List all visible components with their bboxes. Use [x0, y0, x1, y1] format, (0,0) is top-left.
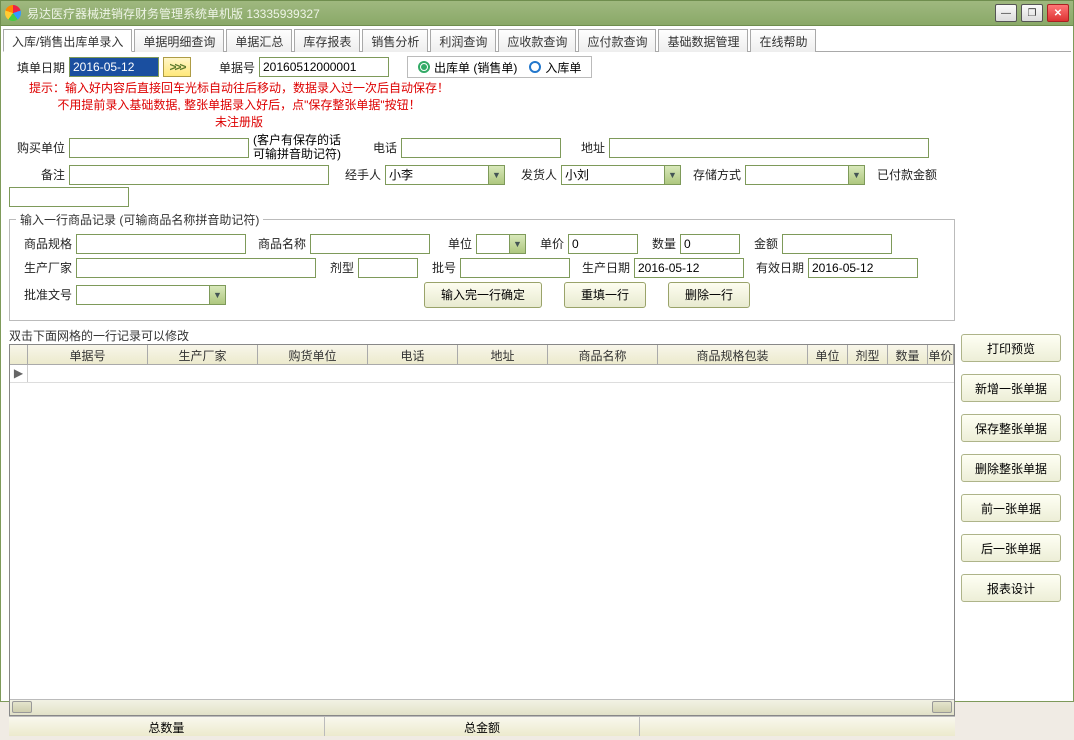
- row-indicator-icon: ▶: [10, 365, 28, 382]
- price-input[interactable]: [568, 234, 638, 254]
- tab-sales-analysis[interactable]: 销售分析: [362, 29, 428, 52]
- tab-summary[interactable]: 单据汇总: [226, 29, 292, 52]
- form-label: 剂型: [320, 259, 354, 276]
- table-row[interactable]: ▶: [10, 365, 954, 383]
- form-input[interactable]: [358, 258, 418, 278]
- remark-label: 备注: [9, 166, 65, 183]
- report-design-button[interactable]: 报表设计: [961, 574, 1061, 602]
- amount-input[interactable]: [782, 234, 892, 254]
- handler-label: 经手人: [333, 166, 381, 183]
- main-tabs: 入库/销售出库单录入 单据明细查询 单据汇总 库存报表 销售分析 利润查询 应收…: [3, 28, 1071, 52]
- paid-input[interactable]: [9, 187, 129, 207]
- close-button[interactable]: ✕: [1047, 4, 1069, 22]
- side-panel: 打印预览 新增一张单据 保存整张单据 删除整张单据 前一张单据 后一张单据 报表…: [955, 56, 1065, 736]
- app-logo-icon: [5, 5, 21, 21]
- name-input[interactable]: [310, 234, 430, 254]
- radio-outbound[interactable]: 出库单 (销售单): [418, 59, 517, 76]
- proddate-input[interactable]: [634, 258, 744, 278]
- bill-no-input[interactable]: [259, 57, 389, 77]
- addr-label: 地址: [565, 139, 605, 156]
- tab-basedata[interactable]: 基础数据管理: [658, 29, 748, 52]
- storage-label: 存储方式: [685, 166, 741, 183]
- chevron-down-icon[interactable]: ▼: [664, 166, 680, 184]
- qty-label: 数量: [642, 235, 676, 252]
- addr-input[interactable]: [609, 138, 929, 158]
- spec-input[interactable]: [76, 234, 246, 254]
- shipper-label: 发货人: [509, 166, 557, 183]
- bill-no-label: 单据号: [205, 59, 255, 76]
- window-title: 易达医疗器械进销存财务管理系统单机版 13335939327: [27, 5, 995, 22]
- unit-label: 单位: [434, 235, 472, 252]
- footer-qty: 总数量: [9, 717, 325, 736]
- mfr-input[interactable]: [76, 258, 316, 278]
- radio-dot-icon: [529, 61, 541, 73]
- item-legend: 输入一行商品记录 (可输商品名称拼音助记符): [16, 211, 263, 228]
- chevron-down-icon[interactable]: ▼: [509, 235, 525, 253]
- next-bill-button[interactable]: 后一张单据: [961, 534, 1061, 562]
- delete-bill-button[interactable]: 删除整张单据: [961, 454, 1061, 482]
- price-label: 单价: [530, 235, 564, 252]
- buyer-input[interactable]: [69, 138, 249, 158]
- appno-label: 批准文号: [16, 286, 72, 303]
- mfr-label: 生产厂家: [16, 259, 72, 276]
- grid-header: 单据号 生产厂家 购货单位 电话 地址 商品名称 商品规格包装 单位 剂型 数量…: [10, 345, 954, 365]
- radio-dot-icon: [418, 61, 430, 73]
- buyer-hint: (客户有保存的话 可输拼音助记符): [253, 134, 363, 160]
- tab-receivable[interactable]: 应收款查询: [498, 29, 576, 52]
- date-next-button[interactable]: >>>: [163, 57, 191, 77]
- chevron-down-icon[interactable]: ▼: [848, 166, 864, 184]
- print-preview-button[interactable]: 打印预览: [961, 334, 1061, 362]
- footer-bar: 总数量 总金额: [9, 716, 955, 736]
- proddate-label: 生产日期: [574, 259, 630, 276]
- tab-detail-query[interactable]: 单据明细查询: [134, 29, 224, 52]
- appno-input[interactable]: [76, 285, 226, 305]
- data-grid[interactable]: 单据号 生产厂家 购货单位 电话 地址 商品名称 商品规格包装 单位 剂型 数量…: [9, 344, 955, 716]
- fill-date-label: 填单日期: [9, 59, 65, 76]
- tab-entry[interactable]: 入库/销售出库单录入: [3, 29, 132, 52]
- storage-input[interactable]: [745, 165, 865, 185]
- batch-label: 批号: [422, 259, 456, 276]
- phone-input[interactable]: [401, 138, 561, 158]
- hint-text: 提示：输入好内容后直接回车光标自动往后移动，数据录入过一次后自动保存！ 不用提前…: [29, 80, 449, 130]
- radio-inbound[interactable]: 入库单: [529, 59, 581, 76]
- buyer-label: 购买单位: [9, 139, 65, 156]
- expdate-input[interactable]: [808, 258, 918, 278]
- tab-payable[interactable]: 应付款查询: [578, 29, 656, 52]
- confirm-line-button[interactable]: 输入完一行确定: [424, 282, 542, 308]
- phone-label: 电话: [367, 139, 397, 156]
- batch-input[interactable]: [460, 258, 570, 278]
- remark-input[interactable]: [69, 165, 329, 185]
- qty-input[interactable]: [680, 234, 740, 254]
- expdate-label: 有效日期: [748, 259, 804, 276]
- chevron-down-icon[interactable]: ▼: [209, 286, 225, 304]
- save-bill-button[interactable]: 保存整张单据: [961, 414, 1061, 442]
- name-label: 商品名称: [250, 235, 306, 252]
- minimize-button[interactable]: —: [995, 4, 1017, 22]
- prev-bill-button[interactable]: 前一张单据: [961, 494, 1061, 522]
- tab-help[interactable]: 在线帮助: [750, 29, 816, 52]
- item-entry-group: 输入一行商品记录 (可输商品名称拼音助记符) 商品规格 商品名称 单位 ▼ 单价…: [9, 211, 955, 321]
- fill-date-input[interactable]: [69, 57, 159, 77]
- maximize-button[interactable]: ❐: [1021, 4, 1043, 22]
- chevron-down-icon[interactable]: ▼: [488, 166, 504, 184]
- bill-type-group: 出库单 (销售单) 入库单: [407, 56, 592, 78]
- horizontal-scrollbar[interactable]: [10, 699, 954, 715]
- amount-label: 金额: [744, 235, 778, 252]
- delete-line-button[interactable]: 删除一行: [668, 282, 750, 308]
- handler-input[interactable]: [385, 165, 505, 185]
- footer-amount: 总金额: [325, 717, 641, 736]
- paid-label: 已付款金额: [869, 166, 937, 183]
- shipper-input[interactable]: [561, 165, 681, 185]
- new-bill-button[interactable]: 新增一张单据: [961, 374, 1061, 402]
- spec-label: 商品规格: [16, 235, 72, 252]
- tab-profit-query[interactable]: 利润查询: [430, 29, 496, 52]
- title-bar: 易达医疗器械进销存财务管理系统单机版 13335939327 — ❐ ✕: [0, 0, 1074, 26]
- grid-hint: 双击下面网格的一行记录可以修改: [9, 327, 955, 344]
- refill-line-button[interactable]: 重填一行: [564, 282, 646, 308]
- tab-stock-report[interactable]: 库存报表: [294, 29, 360, 52]
